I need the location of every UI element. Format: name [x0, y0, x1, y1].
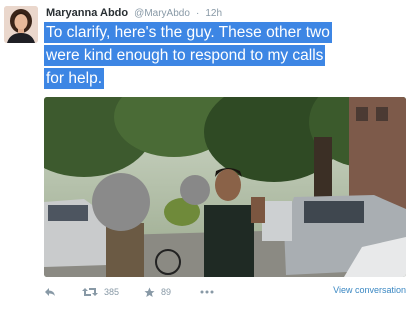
author-name[interactable]: Maryanna Abdo: [46, 7, 128, 19]
view-conversation-link[interactable]: View conversation: [333, 285, 406, 295]
favorite-button[interactable]: 89: [144, 284, 171, 300]
tweet-photo[interactable]: [44, 97, 406, 277]
tweet-text-line: for help.: [44, 68, 105, 89]
retweet-count: 385: [104, 287, 120, 297]
author-handle[interactable]: @MaryAbdo: [134, 8, 190, 19]
tweet-text: To clarify, here's the guy. These other …: [44, 22, 404, 91]
tweet-header: Maryanna Abdo @MaryAbdo · 12h: [46, 7, 222, 21]
retweet-button[interactable]: 385: [82, 284, 119, 300]
retweet-icon: [82, 288, 98, 296]
tweet-actions: 385 89 View conversation: [44, 284, 406, 300]
favorite-count: 89: [161, 287, 172, 297]
reply-button[interactable]: [44, 284, 56, 300]
tweet-text-line: were kind enough to respond to my calls: [44, 45, 326, 66]
reply-icon: [45, 288, 55, 296]
tweet-timestamp[interactable]: 12h: [205, 8, 222, 19]
avatar[interactable]: [4, 6, 38, 43]
more-button[interactable]: [200, 284, 214, 300]
tweet: Maryanna Abdo @MaryAbdo · 12h To clarify…: [0, 0, 414, 310]
separator-dot: ·: [195, 8, 200, 19]
star-icon: [144, 287, 155, 297]
tweet-text-line: To clarify, here's the guy. These other …: [44, 22, 332, 43]
more-icon: [200, 290, 214, 294]
